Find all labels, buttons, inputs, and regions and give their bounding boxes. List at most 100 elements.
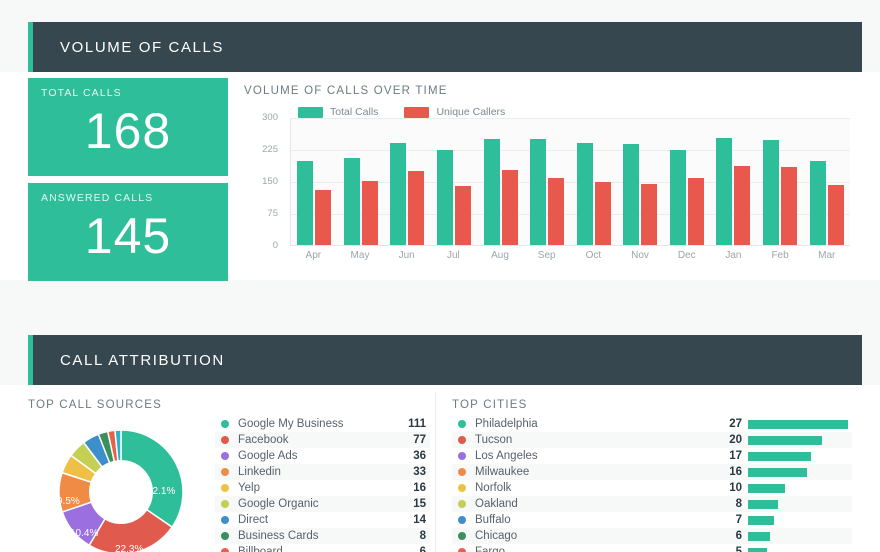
- bar-group[interactable]: [384, 118, 431, 245]
- bar-unique-callers[interactable]: [501, 169, 518, 245]
- list-item-value: 36: [413, 450, 426, 462]
- list-item[interactable]: Business Cards 8: [215, 528, 430, 544]
- bar-total-calls[interactable]: [809, 160, 826, 245]
- list-item-bar: [748, 467, 808, 477]
- bar-total-calls[interactable]: [716, 138, 733, 245]
- list-item-bar-cell: [742, 419, 852, 429]
- list-item[interactable]: Chicago 6: [452, 528, 852, 544]
- section-header-call-attribution: CALL ATTRIBUTION: [28, 335, 862, 385]
- bar-unique-callers[interactable]: [408, 171, 425, 245]
- list-item[interactable]: Yelp 16: [215, 480, 430, 496]
- bar-unique-callers[interactable]: [361, 181, 378, 245]
- color-dot-icon: [221, 452, 229, 460]
- legend-item-1[interactable]: Total Calls: [298, 106, 378, 118]
- donut-hole: [89, 460, 153, 524]
- bar-group[interactable]: [291, 118, 338, 245]
- list-item[interactable]: Tucson 20: [452, 432, 852, 448]
- list-item[interactable]: Linkedin 33: [215, 464, 430, 480]
- bar-group[interactable]: [617, 118, 664, 245]
- bar-total-calls[interactable]: [483, 139, 500, 245]
- list-item-value: 14: [413, 514, 426, 526]
- bar-unique-callers[interactable]: [594, 181, 611, 245]
- bar-group[interactable]: [431, 118, 478, 245]
- bar-total-calls[interactable]: [669, 150, 686, 245]
- list-item[interactable]: Google My Business 111: [215, 416, 430, 432]
- bar-unique-callers[interactable]: [827, 184, 844, 245]
- bar-unique-callers[interactable]: [781, 166, 798, 245]
- list-item-bar: [748, 531, 771, 541]
- list-item[interactable]: Oakland 8: [452, 496, 852, 512]
- list-item[interactable]: Norfolk 10: [452, 480, 852, 496]
- list-item-bar-cell: [742, 499, 852, 509]
- bar-total-calls[interactable]: [297, 160, 314, 245]
- bar-total-calls[interactable]: [763, 140, 780, 245]
- list-item-label: Norfolk: [475, 482, 512, 494]
- bar-unique-callers[interactable]: [455, 186, 472, 245]
- bar-total-calls[interactable]: [437, 150, 454, 245]
- bar-group[interactable]: [477, 118, 524, 245]
- bar-group[interactable]: [524, 118, 571, 245]
- bar-unique-callers[interactable]: [641, 183, 658, 245]
- bar-group[interactable]: [664, 118, 711, 245]
- chart-x-axis: Apr May Jun Jul Aug Sep Oct Nov Dec Jan Feb Mar: [290, 250, 850, 261]
- bar-unique-callers[interactable]: [548, 178, 565, 245]
- list-item[interactable]: Direct 14: [215, 512, 430, 528]
- kpi-label-total-calls: TOTAL CALLS: [41, 87, 122, 99]
- color-dot-icon: [458, 436, 466, 444]
- color-dot-icon: [458, 532, 466, 540]
- color-dot-icon: [221, 436, 229, 444]
- top-call-sources-list: Google My Business 111 Facebook 77 Google Ad…: [215, 416, 430, 552]
- list-item-value: 8: [735, 498, 742, 510]
- bar-group[interactable]: [757, 118, 804, 245]
- list-item-bar-cell: [742, 483, 852, 493]
- list-item-value: 16: [413, 482, 426, 494]
- kpi-label-answered-calls: ANSWERED CALLS: [41, 192, 154, 204]
- bar-unique-callers[interactable]: [734, 166, 751, 245]
- bar-group[interactable]: [338, 118, 385, 245]
- list-item-bar-cell: [742, 435, 852, 445]
- chart-panel-title: VOLUME OF CALLS OVER TIME: [244, 85, 448, 97]
- color-dot-icon: [458, 500, 466, 508]
- color-dot-icon: [458, 516, 466, 524]
- list-item-value: 8: [419, 530, 426, 542]
- list-item[interactable]: Facebook 77: [215, 432, 430, 448]
- x-axis-label: Nov: [631, 250, 649, 261]
- y-axis-tick: 75: [267, 208, 278, 219]
- legend-label: Unique Callers: [436, 106, 506, 118]
- bar-unique-callers[interactable]: [687, 178, 704, 245]
- bar-unique-callers[interactable]: [315, 189, 332, 245]
- x-axis-label: Mar: [818, 250, 836, 261]
- list-item-bar-cell: [742, 515, 852, 525]
- x-axis-label: Feb: [771, 250, 789, 261]
- list-item[interactable]: Philadelphia 27: [452, 416, 852, 432]
- list-item-value: 6: [419, 546, 426, 552]
- list-item-label: Chicago: [475, 530, 518, 542]
- list-item[interactable]: Fargo 5: [452, 544, 852, 552]
- list-item-label: Billboard: [238, 546, 283, 552]
- legend-swatch-icon: [404, 106, 430, 118]
- list-item[interactable]: Google Organic 15: [215, 496, 430, 512]
- list-item-label: Buffalo: [475, 514, 511, 526]
- bar-total-calls[interactable]: [343, 157, 360, 245]
- list-item[interactable]: Buffalo 7: [452, 512, 852, 528]
- bar-total-calls[interactable]: [390, 142, 407, 245]
- legend-item-2[interactable]: Unique Callers: [404, 106, 505, 118]
- list-item[interactable]: Los Angeles 17: [452, 448, 852, 464]
- color-dot-icon: [458, 484, 466, 492]
- x-axis-label: Jul: [446, 250, 460, 261]
- x-axis-label: Dec: [677, 250, 696, 261]
- list-item[interactable]: Milwaukee 16: [452, 464, 852, 480]
- bar-group[interactable]: [710, 118, 757, 245]
- bar-group[interactable]: [570, 118, 617, 245]
- color-dot-icon: [221, 548, 229, 552]
- list-item-bar-cell: [742, 451, 852, 461]
- list-item-bar: [748, 419, 848, 429]
- list-item[interactable]: Google Ads 36: [215, 448, 430, 464]
- bar-total-calls[interactable]: [530, 139, 547, 245]
- bar-total-calls[interactable]: [576, 142, 593, 245]
- list-item-value: 10: [729, 482, 742, 494]
- list-item[interactable]: Billboard 6: [215, 544, 430, 552]
- bar-total-calls[interactable]: [623, 143, 640, 245]
- bar-group[interactable]: [803, 118, 850, 245]
- color-dot-icon: [458, 420, 466, 428]
